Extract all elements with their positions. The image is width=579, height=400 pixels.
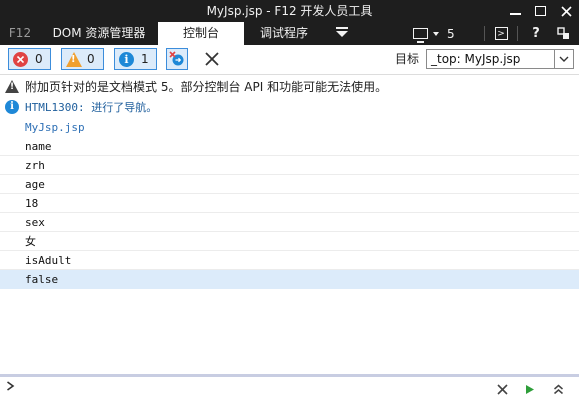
play-icon [526, 384, 534, 394]
dropdown-caret-icon [433, 31, 439, 36]
tab-dom-explorer[interactable]: DOM 资源管理器 [40, 22, 158, 45]
target-select-value: _top: MyJsp.jsp [431, 52, 521, 66]
clear-console-button[interactable] [201, 48, 223, 70]
command-line[interactable] [0, 377, 579, 400]
errors-filter-button[interactable]: 0 [8, 48, 51, 70]
info-count: 1 [141, 52, 149, 66]
log-line: isAdult [0, 251, 579, 270]
clear-on-navigate-button[interactable] [166, 48, 188, 70]
log-line: sex [0, 213, 579, 232]
tool-tab-bar: F12 DOM 资源管理器 控制台 调试程序 5 > ? [0, 22, 579, 45]
maximize-button[interactable] [527, 0, 553, 22]
monitor-icon [413, 28, 428, 43]
console-output: ! 附加页针对的是文档模式 5。部分控制台 API 和功能可能无法使用。 i H… [0, 75, 579, 374]
tab-divider [484, 26, 485, 41]
warning-triangle-icon: ! [5, 80, 19, 94]
title-bar: MyJsp.jsp - F12 开发人员工具 [0, 0, 579, 22]
info-circle-icon: i [5, 99, 19, 114]
log-line: age [0, 175, 579, 194]
tab-debugger[interactable]: 调试程序 [244, 22, 324, 45]
chevron-down-icon [554, 50, 573, 68]
clear-on-navigate-icon [169, 51, 184, 66]
minimize-button[interactable] [502, 0, 528, 22]
undock-icon [556, 27, 569, 39]
target-select[interactable]: _top: MyJsp.jsp [426, 49, 574, 69]
error-count: 0 [35, 52, 43, 66]
devtools-window: MyJsp.jsp - F12 开发人员工具 F12 DOM 资源管理器 控制台… [0, 0, 579, 400]
log-line: name [0, 137, 579, 156]
clear-console-icon [205, 52, 219, 66]
info-circle-icon: i [119, 51, 134, 67]
warning-message-text: 附加页针对的是文档模式 5。部分控制台 API 和功能可能无法使用。 [25, 80, 388, 94]
warning-count: 0 [87, 52, 95, 66]
close-icon [560, 5, 572, 17]
console-prompt-icon: > [494, 27, 508, 40]
clear-command-button[interactable] [494, 381, 510, 397]
log-line: 女 [0, 232, 579, 251]
expand-command-button[interactable] [550, 381, 566, 397]
run-script-button[interactable] [522, 381, 538, 397]
console-toggle-button[interactable]: > [488, 22, 514, 45]
emulation-button[interactable]: 5 [413, 22, 455, 45]
close-button[interactable] [553, 0, 579, 22]
warning-triangle-icon: ! [66, 51, 82, 67]
log-line: 18 [0, 194, 579, 213]
info-message-text: HTML1300: 进行了导航。 [25, 100, 158, 114]
undock-button[interactable] [550, 22, 576, 45]
log-line: zrh [0, 156, 579, 175]
tab-console[interactable]: 控制台 [158, 22, 244, 45]
messages-filter-button[interactable]: i 1 [114, 48, 157, 70]
log-line-selected[interactable]: false [0, 270, 579, 289]
chevron-right-icon [6, 377, 15, 400]
more-tabs-button[interactable] [324, 22, 360, 45]
tab-divider [517, 26, 518, 41]
emulation-count: 5 [447, 26, 455, 41]
error-circle-icon [13, 51, 28, 67]
window-title: MyJsp.jsp - F12 开发人员工具 [206, 4, 373, 18]
source-link[interactable]: MyJsp.jsp [0, 118, 579, 137]
close-icon [496, 383, 508, 395]
target-label: 目标 [395, 52, 420, 66]
help-button[interactable]: ? [523, 22, 549, 45]
console-toolbar: 0 ! 0 i 1 目标 _top: MyJsp.jsp [0, 45, 579, 75]
maximize-icon [534, 6, 546, 16]
warnings-filter-button[interactable]: ! 0 [61, 48, 104, 70]
minimize-icon [509, 13, 521, 15]
warning-message: ! 附加页针对的是文档模式 5。部分控制台 API 和功能可能无法使用。 [0, 77, 579, 96]
tab-f12[interactable]: F12 [0, 22, 40, 45]
more-tabs-icon [336, 26, 348, 37]
double-chevron-up-icon [553, 384, 563, 394]
info-message: i HTML1300: 进行了导航。 [0, 97, 579, 116]
